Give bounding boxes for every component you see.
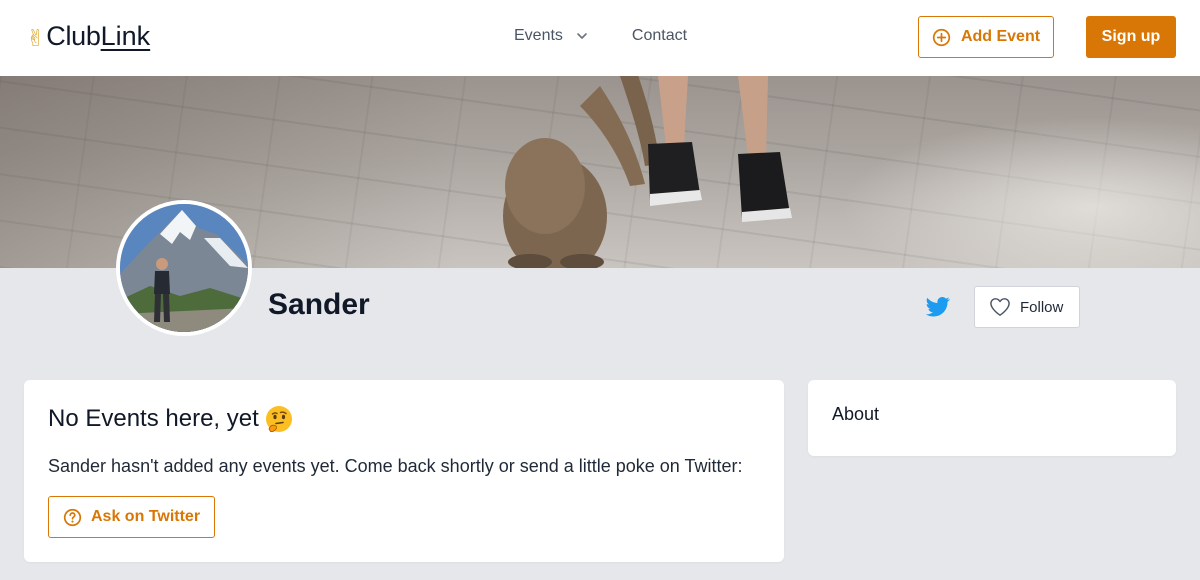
events-heading: No Events here, yet: [48, 405, 293, 433]
nav-events-label: Events: [514, 27, 563, 44]
plus-circle-icon: [932, 28, 951, 46]
about-card: About: [808, 380, 1176, 456]
follow-label: Follow: [1020, 298, 1064, 316]
events-card: No Events here, yet Sander hasn't added …: [24, 380, 784, 562]
events-empty-message: Sander hasn't added any events yet. Come…: [48, 456, 743, 476]
heart-icon: [990, 298, 1010, 316]
follow-button[interactable]: Follow: [974, 286, 1080, 328]
thinking-face-icon: [265, 406, 292, 432]
nav-contact-link[interactable]: Contact: [632, 27, 687, 45]
twitter-icon[interactable]: [926, 296, 950, 318]
events-heading-text: No Events here, yet: [48, 405, 259, 432]
top-navbar: ✌ Club Link Events Contact Add Event Sig…: [0, 0, 1200, 76]
ask-on-twitter-label: Ask on Twitter: [91, 508, 201, 525]
add-event-label: Add Event: [960, 28, 1041, 45]
cover-person-legs: [648, 76, 792, 222]
user-avatar: [116, 200, 252, 336]
avatar-photo: [120, 204, 248, 332]
clublink-logo[interactable]: ✌ Club Link: [26, 21, 150, 52]
question-circle-icon: [63, 508, 82, 526]
nav-contact-label: Contact: [631, 27, 688, 44]
victory-hand-icon: ✌: [26, 25, 46, 51]
ask-on-twitter-button[interactable]: Ask on Twitter: [48, 496, 215, 538]
nav-events-dropdown[interactable]: Events: [514, 27, 588, 45]
add-event-button[interactable]: Add Event: [918, 16, 1054, 58]
logo-text-link: Link: [100, 21, 151, 51]
profile-name: Sander: [268, 288, 370, 321]
logo-text-club: Club: [46, 21, 101, 51]
main-nav: Events Contact: [514, 27, 687, 45]
chevron-down-icon: [577, 33, 587, 39]
sign-up-button[interactable]: Sign up: [1086, 16, 1176, 58]
about-heading: About: [832, 404, 880, 424]
